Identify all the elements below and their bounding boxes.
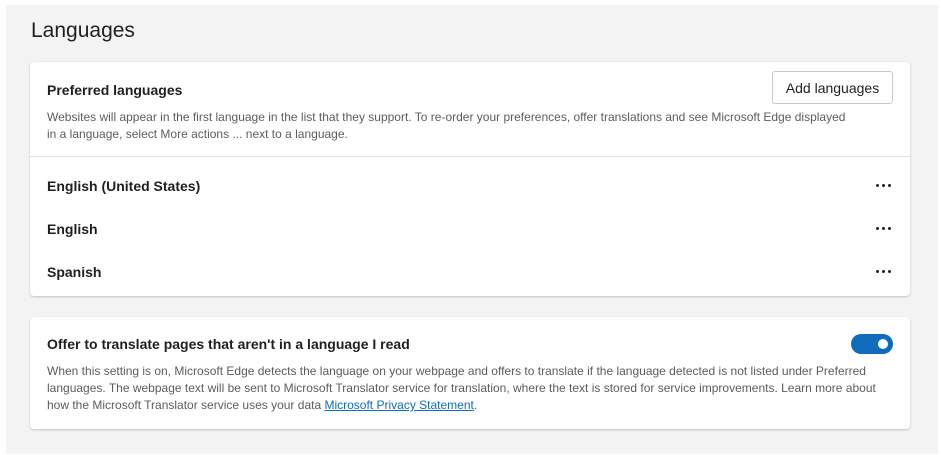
translate-offer-card: Offer to translate pages that aren't in … — [30, 317, 910, 429]
language-label: Spanish — [47, 264, 102, 280]
language-item-english: English — [30, 207, 910, 250]
privacy-statement-link[interactable]: Microsoft Privacy Statement — [324, 398, 473, 412]
preferred-languages-card: Preferred languages Add languages Websit… — [30, 62, 910, 296]
toggle-knob — [878, 339, 888, 349]
translate-description-end: . — [473, 398, 478, 412]
preferred-languages-title: Preferred languages — [47, 82, 183, 98]
translate-offer-toggle[interactable] — [851, 334, 893, 354]
more-actions-icon[interactable] — [870, 174, 896, 196]
language-item-spanish: Spanish — [30, 250, 910, 293]
more-actions-icon[interactable] — [870, 260, 896, 282]
page-title: Languages — [31, 19, 135, 42]
language-label: English (United States) — [47, 178, 201, 194]
languages-settings-page: Languages Preferred languages Add langua… — [6, 5, 938, 454]
preferred-languages-description: Websites will appear in the first langua… — [47, 110, 846, 141]
language-item-english-united-states: English (United States) — [30, 164, 910, 207]
preferred-languages-header: Preferred languages Add languages Websit… — [30, 62, 910, 157]
translate-offer-description: When this setting is on, Microsoft Edge … — [47, 363, 887, 414]
language-label: English — [47, 221, 98, 237]
more-actions-icon[interactable] — [870, 217, 896, 239]
translate-offer-title: Offer to translate pages that aren't in … — [47, 336, 410, 352]
add-languages-button[interactable]: Add languages — [772, 71, 893, 104]
language-list: English (United States) English Spanish — [30, 157, 910, 293]
